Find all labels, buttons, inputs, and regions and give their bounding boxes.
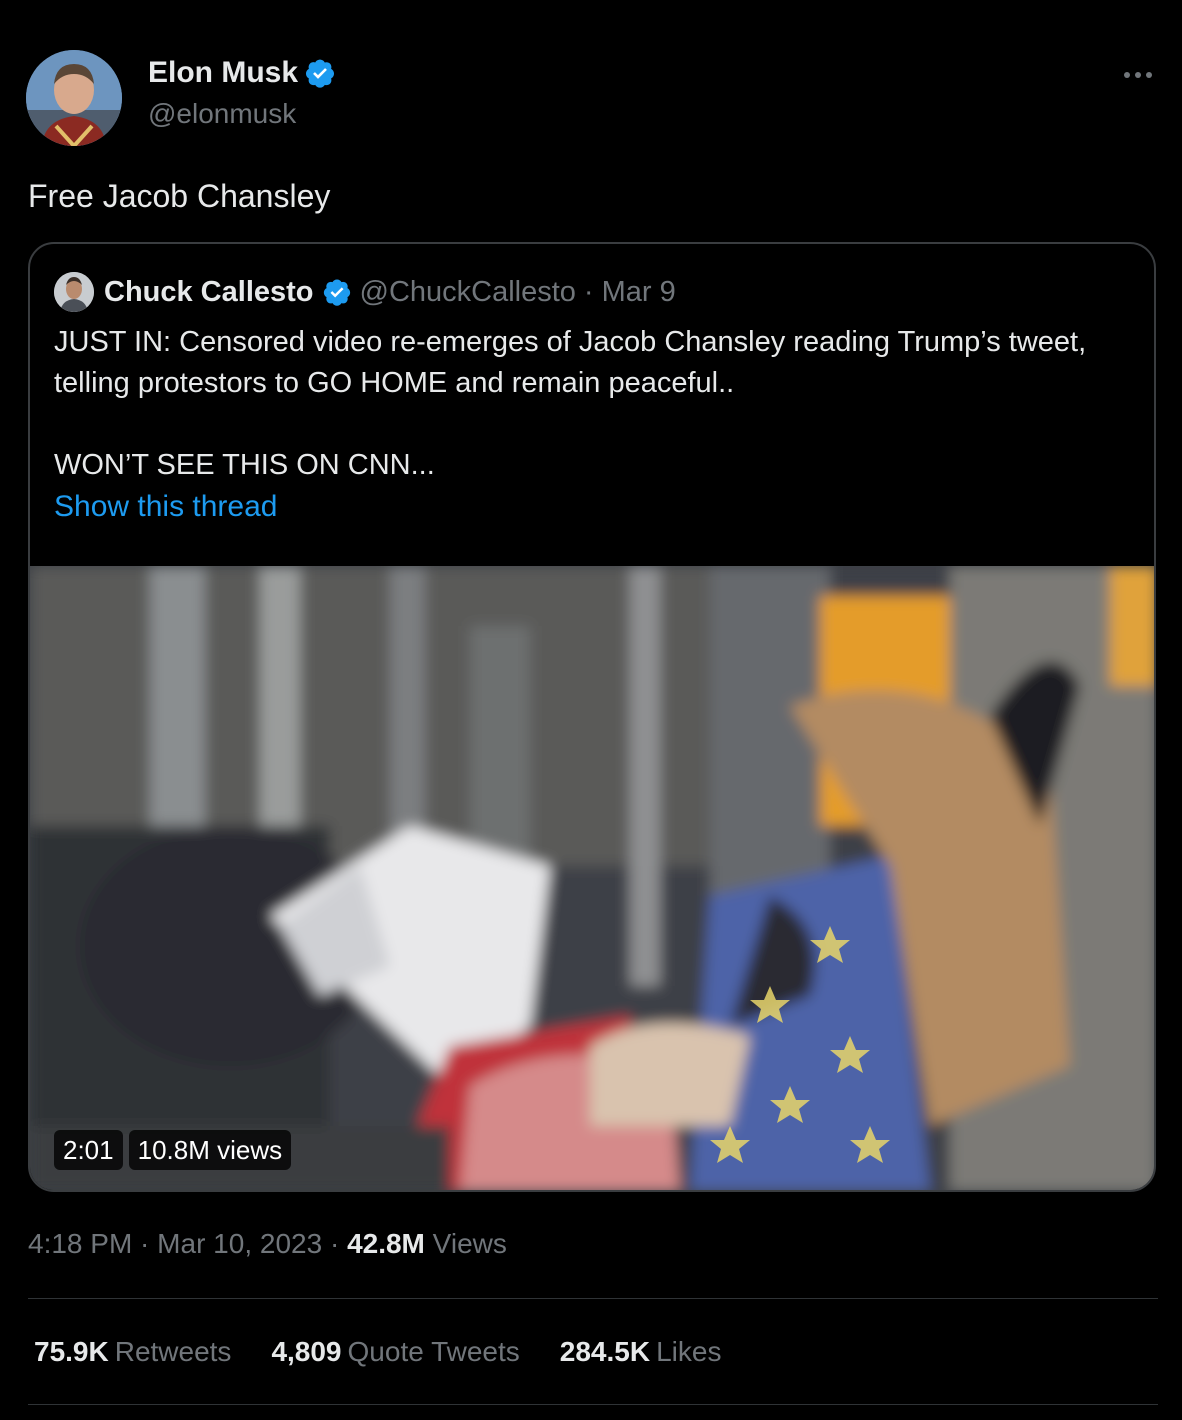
ellipsis-icon xyxy=(1124,72,1152,78)
quoted-author-name[interactable]: Chuck Callesto xyxy=(104,276,314,309)
quoted-tweet-date[interactable]: Mar 9 xyxy=(602,276,676,309)
divider xyxy=(28,1404,1158,1405)
author-name[interactable]: Elon Musk xyxy=(148,56,298,90)
quoted-tweet-text: JUST IN: Censored video re-emerges of Ja… xyxy=(54,322,1144,486)
author-avatar[interactable] xyxy=(26,50,122,146)
divider xyxy=(28,1298,1158,1299)
views-count: 42.8M xyxy=(347,1228,425,1259)
video-badges: 2:01 10.8M views xyxy=(54,1130,292,1170)
tweet-time[interactable]: 4:18 PM xyxy=(28,1228,132,1259)
video-duration: 2:01 xyxy=(54,1130,123,1170)
retweets-stat[interactable]: 75.9K Retweets xyxy=(34,1336,231,1368)
quoted-tweet-header: Chuck Callesto @ChuckCallesto · Mar 9 xyxy=(54,272,676,312)
video-player[interactable]: 2:01 10.8M views xyxy=(30,566,1154,1190)
quoted-tweet-card[interactable]: Chuck Callesto @ChuckCallesto · Mar 9 JU… xyxy=(28,242,1156,1192)
views-label: Views xyxy=(432,1228,507,1259)
separator: · xyxy=(322,1228,348,1259)
show-thread-link[interactable]: Show this thread xyxy=(54,490,277,524)
tweet-date[interactable]: Mar 10, 2023 xyxy=(157,1228,322,1259)
verified-badge-icon xyxy=(304,57,336,89)
separator: · xyxy=(132,1228,158,1259)
retweets-count: 75.9K xyxy=(34,1336,109,1367)
separator: · xyxy=(583,275,594,308)
retweets-label: Retweets xyxy=(114,1336,232,1367)
author-block: Elon Musk @elonmusk xyxy=(148,56,336,130)
video-views: 10.8M views xyxy=(128,1130,292,1170)
more-options-button[interactable] xyxy=(1118,58,1158,92)
quoted-author-avatar[interactable] xyxy=(54,272,94,312)
tweet-meta: 4:18 PM · Mar 10, 2023 · 42.8M Views xyxy=(28,1228,507,1260)
quote-tweets-count: 4,809 xyxy=(271,1336,342,1367)
verified-badge-icon xyxy=(322,277,352,307)
quoted-author-handle[interactable]: @ChuckCallesto xyxy=(360,276,576,309)
engagement-stats: 75.9K Retweets 4,809 Quote Tweets 284.5K Li… xyxy=(34,1336,721,1368)
likes-count: 284.5K xyxy=(559,1336,651,1367)
quoted-text-line: WON’T SEE THIS ON CNN... xyxy=(54,449,435,481)
quote-tweets-stat[interactable]: 4,809 Quote Tweets xyxy=(271,1336,519,1368)
video-thumbnail xyxy=(30,566,1154,1190)
quoted-text-line: telling protestors to GO HOME and remain… xyxy=(54,367,735,399)
likes-stat[interactable]: 284.5K Likes xyxy=(560,1336,722,1368)
quoted-text-line: JUST IN: Censored video re-emerges of Ja… xyxy=(54,326,1087,358)
author-handle[interactable]: @elonmusk xyxy=(148,98,336,130)
likes-label: Likes xyxy=(656,1336,722,1367)
tweet-text: Free Jacob Chansley xyxy=(28,178,331,214)
quote-tweets-label: Quote Tweets xyxy=(347,1336,520,1367)
